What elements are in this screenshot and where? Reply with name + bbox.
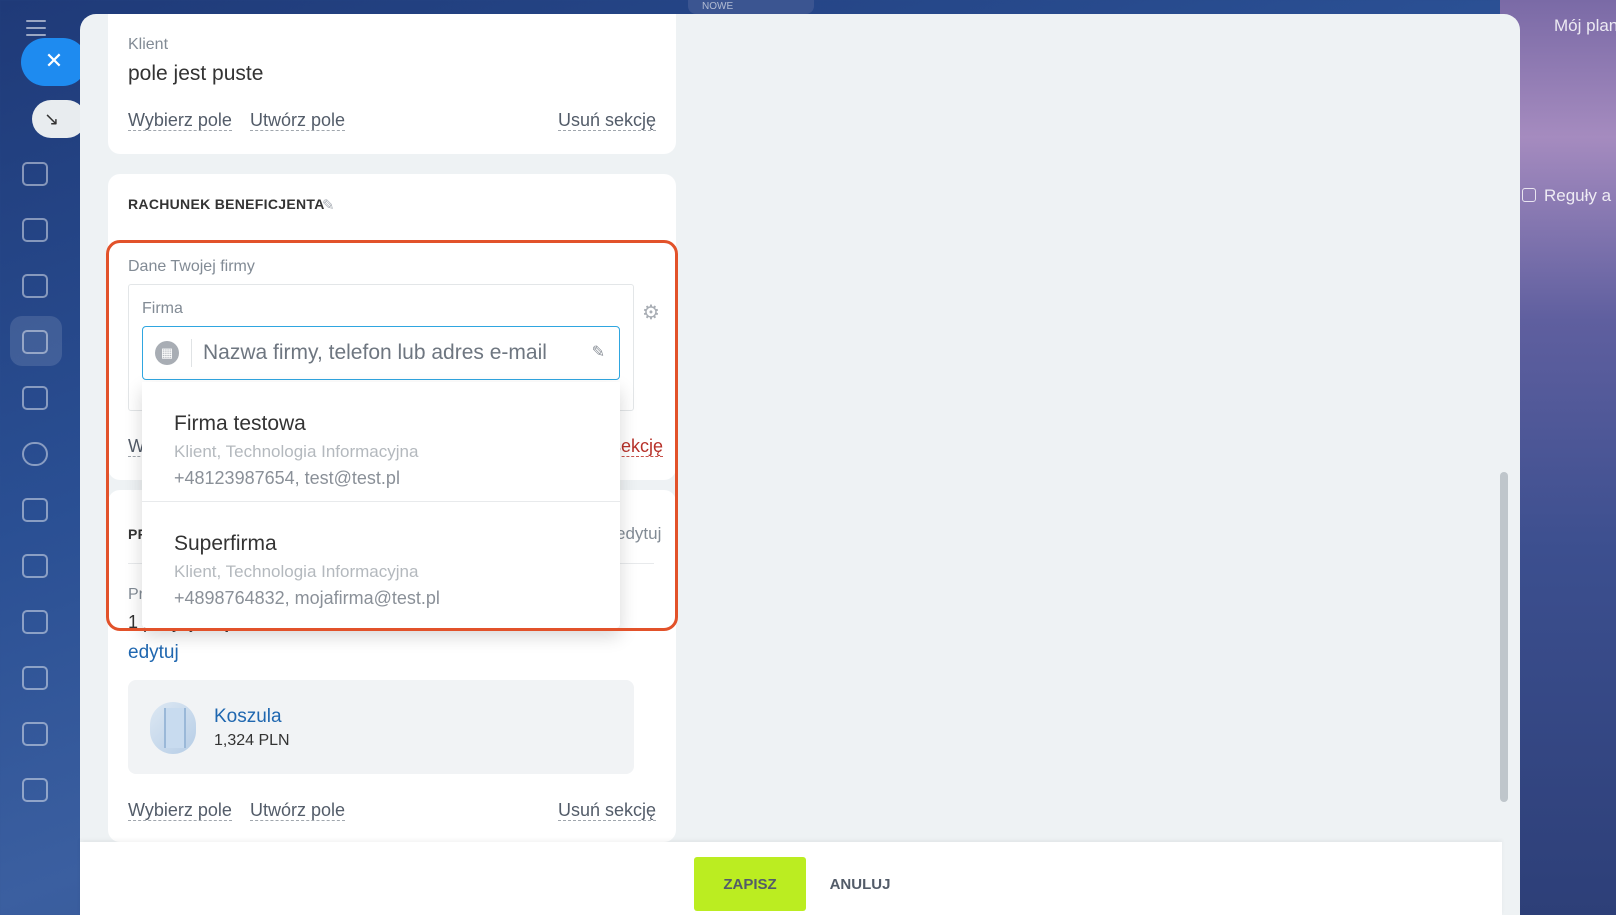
edit-pencil-icon[interactable]: ✎ xyxy=(322,196,335,214)
shirt-image xyxy=(150,702,196,754)
robot-icon xyxy=(1522,188,1536,202)
close-slider-button[interactable]: ✕ xyxy=(21,38,87,86)
firm-label: Firma xyxy=(142,300,183,317)
edit-pencil-icon[interactable]: ✎ xyxy=(592,342,605,362)
rules-text: Reguły a xyxy=(1544,186,1612,205)
suggestion-subtitle: Klient, Technologia Informacyjna xyxy=(174,442,419,461)
suggestion-item[interactable]: Superfirma Klient, Technologia Informacy… xyxy=(142,502,620,622)
company-data-label: Dane Twojej firmy xyxy=(128,258,255,275)
save-button[interactable]: ZAPISZ xyxy=(694,857,806,911)
suggestion-contact: +4898764832, mojafirma@test.pl xyxy=(174,588,440,608)
edit-products-link[interactable]: edytuj xyxy=(128,642,179,664)
building-icon: ▦ xyxy=(155,341,179,365)
field-separator xyxy=(191,339,192,367)
left-sidebar: ✕ ↘ xyxy=(0,0,87,915)
collapse-slider-button[interactable]: ↘ xyxy=(32,100,86,138)
select-field-link[interactable]: Wybierz pole xyxy=(128,110,232,131)
suggestion-name: Superfirma xyxy=(174,532,277,555)
create-field-link[interactable]: Utwórz pole xyxy=(250,110,346,131)
schedule-icon[interactable] xyxy=(22,498,48,522)
suggestion-subtitle: Klient, Technologia Informacyjna xyxy=(174,562,419,581)
calendar-icon[interactable] xyxy=(22,218,48,242)
cancel-button[interactable]: ANULUJ xyxy=(820,857,900,911)
section-title: RACHUNEK BENEFICJENTA xyxy=(128,196,325,212)
robot-icon[interactable] xyxy=(22,722,48,746)
remove-section-link[interactable]: Usuń sekcję xyxy=(558,110,657,131)
cart-icon[interactable] xyxy=(22,610,48,634)
company-search-field[interactable]: ▦ ✎ xyxy=(142,326,620,380)
product-item: Koszula 1,324 PLN xyxy=(128,680,634,774)
client-label: Klient xyxy=(128,36,169,53)
suggestion-contact: +48123987654, test@test.pl xyxy=(174,468,400,488)
suggestion-item[interactable]: Firma testowa Klient, Technologia Inform… xyxy=(142,382,620,502)
suggestion-name: Firma testowa xyxy=(174,412,306,435)
company-search-input[interactable] xyxy=(203,337,573,369)
analytics-icon[interactable] xyxy=(22,554,48,578)
gear-icon[interactable]: ⚙ xyxy=(642,300,660,325)
new-badge: NOWE xyxy=(688,0,814,14)
contact-card-icon[interactable] xyxy=(22,274,48,298)
sign-icon[interactable] xyxy=(22,666,48,690)
client-value: pole jest puste xyxy=(128,62,264,85)
cube-icon[interactable] xyxy=(22,778,48,802)
remove-section-link[interactable]: Usuń sekcję xyxy=(558,800,657,821)
target-icon[interactable] xyxy=(22,442,48,466)
crm-funnel-icon[interactable] xyxy=(22,330,48,354)
select-field-link[interactable]: Wybierz pole xyxy=(128,800,232,821)
store-icon[interactable] xyxy=(22,386,48,410)
create-field-link[interactable]: Utwórz pole xyxy=(250,800,346,821)
rules-label[interactable]: Reguły a xyxy=(1522,186,1611,206)
tasks-icon[interactable] xyxy=(22,162,48,186)
company-suggestions-dropdown: Firma testowa Klient, Technologia Inform… xyxy=(142,382,620,628)
product-name[interactable]: Koszula xyxy=(214,706,282,728)
product-price: 1,324 PLN xyxy=(214,732,290,749)
scrollbar[interactable] xyxy=(1500,472,1508,802)
my-plan-label[interactable]: Mój plan xyxy=(1554,16,1616,36)
products-edit-partial[interactable]: edytuj xyxy=(616,524,661,544)
